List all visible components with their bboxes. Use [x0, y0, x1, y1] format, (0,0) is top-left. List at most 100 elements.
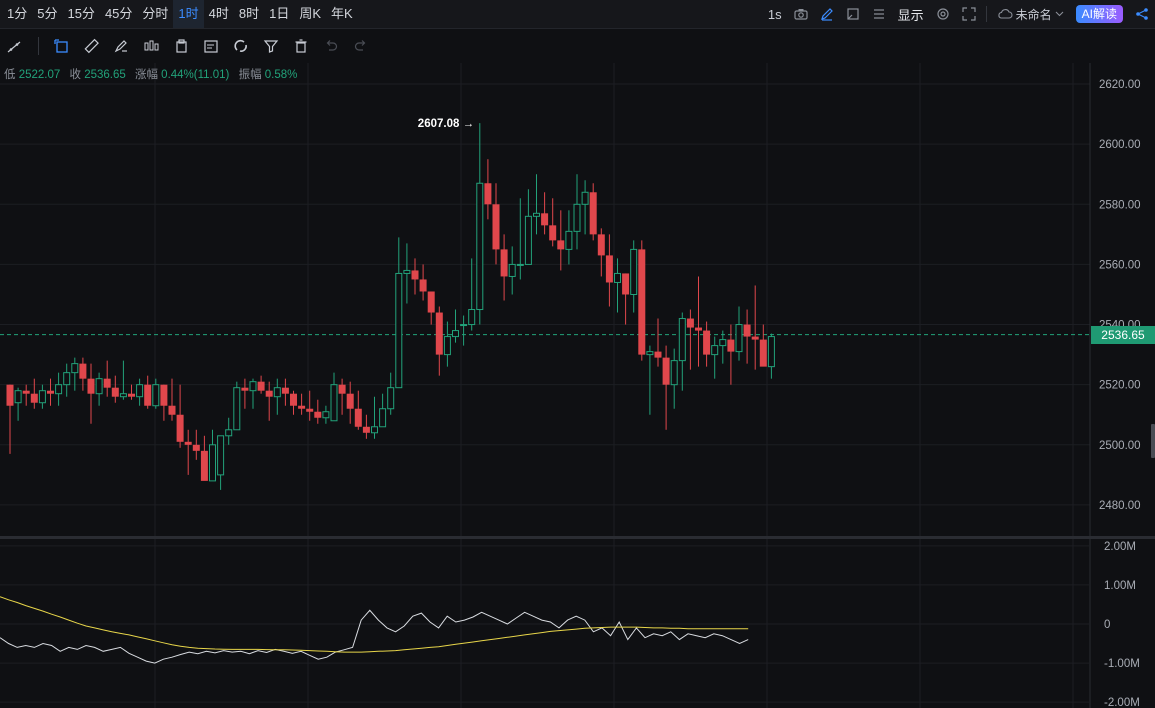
interval-10[interactable]: 年K: [326, 0, 358, 28]
candle-body-up: [565, 230, 573, 250]
candle-body-down: [144, 384, 152, 406]
filter-icon[interactable]: [257, 32, 285, 60]
candle-body-up: [516, 263, 524, 266]
candle-body-down: [751, 336, 759, 340]
chart-canvas[interactable]: 2620.002600.002580.002560.002540.002520.…: [0, 0, 1155, 708]
price-axis-tick: 2560.00: [1099, 259, 1141, 271]
candle-body-down: [128, 393, 135, 397]
interval-selector: 1分 5分 15分 45分 分时 1时 4时 8时 1日 周K 年K: [0, 0, 358, 28]
candle-body-down: [541, 213, 549, 226]
low-label: 低: [4, 69, 16, 81]
high-price-marker: 2607.08 →: [417, 118, 475, 131]
candle-body-down: [727, 339, 735, 352]
candle-body-down: [290, 393, 297, 406]
share-icon[interactable]: [1129, 0, 1155, 28]
ai-analysis-button[interactable]: AI解读: [1075, 5, 1123, 23]
candle-body-down: [427, 291, 435, 313]
candle-body-up: [581, 191, 589, 205]
trash-icon[interactable]: [287, 32, 315, 60]
drawing-toolbar: [0, 29, 1090, 63]
candle-body-up: [460, 324, 468, 327]
trend-tools-icon[interactable]: [0, 32, 28, 60]
candle-body-up: [95, 378, 103, 395]
menu-icon[interactable]: [866, 0, 892, 28]
interval-7[interactable]: 8时: [234, 0, 264, 28]
candle-body-down: [759, 339, 767, 367]
refresh-rate[interactable]: 1s: [762, 0, 788, 28]
candle-body-up: [403, 269, 411, 274]
candle-body-up: [136, 384, 144, 398]
candle-body-down: [362, 426, 370, 433]
interval-2[interactable]: 15分: [62, 0, 99, 28]
selection-tool-icon[interactable]: [47, 32, 75, 60]
candle-body-up: [119, 393, 127, 398]
fullscreen-icon[interactable]: [956, 0, 982, 28]
interval-9[interactable]: 周K: [294, 0, 326, 28]
candle-body-down: [500, 249, 508, 277]
candle-body-up: [55, 384, 63, 395]
candle-body-up: [379, 408, 387, 428]
osc-axis-tick: 1.00M: [1104, 580, 1136, 592]
interval-8[interactable]: 1日: [264, 0, 294, 28]
osc-axis-tick: -1.00M: [1104, 658, 1140, 670]
candle-body-up: [38, 390, 46, 404]
ohlc-info-bar: 低 2522.07 收 2536.65 涨幅 0.44%(11.01) 振幅 0…: [4, 66, 303, 82]
camera-icon[interactable]: [788, 0, 814, 28]
change-label: 涨幅: [134, 69, 158, 81]
clipboard-icon[interactable]: [167, 32, 195, 60]
display-button[interactable]: 显示: [892, 0, 930, 28]
candle-body-up: [273, 387, 281, 398]
top-right-controls: 1s 显示 未命名 AI解读: [762, 0, 1155, 28]
brush-icon[interactable]: [107, 32, 135, 60]
candle-body-up: [468, 309, 476, 326]
candle-body-up: [533, 212, 540, 217]
price-axis-tick: 2580.00: [1099, 199, 1141, 211]
candle-body-down: [605, 255, 613, 283]
candle-body-up: [71, 363, 79, 374]
candle-body-down: [192, 444, 200, 451]
pane-divider: [0, 536, 1155, 539]
redo-icon[interactable]: [347, 32, 375, 60]
candle-body-up: [630, 248, 638, 295]
gear-icon[interactable]: [930, 0, 956, 28]
layout-selector[interactable]: 未命名: [991, 0, 1070, 28]
candle-body-down: [298, 405, 306, 409]
candle-body-up: [767, 336, 775, 368]
candle-body-up: [719, 339, 727, 347]
candle-body-up: [371, 426, 378, 434]
candle-body-down: [314, 411, 322, 418]
scroll-handle: [1151, 424, 1155, 458]
candle-body-down: [160, 384, 168, 406]
interval-4[interactable]: 分时: [137, 0, 173, 28]
close-value: 2536.65: [84, 69, 126, 81]
candle-body-down: [338, 384, 346, 394]
candle-body-down: [638, 249, 646, 355]
pen-icon[interactable]: [814, 0, 840, 28]
low-value: 2522.07: [18, 69, 61, 81]
note-icon[interactable]: [197, 32, 225, 60]
interval-5[interactable]: 1时: [173, 0, 204, 28]
candle-body-up: [476, 182, 484, 311]
candle-body-up: [233, 387, 241, 431]
candle-body-down: [306, 408, 314, 412]
candle-body-down: [662, 357, 670, 385]
candle-body-down: [346, 393, 354, 409]
interval-1[interactable]: 5分: [32, 0, 62, 28]
candle-body-down: [654, 351, 662, 358]
interval-0[interactable]: 1分: [2, 0, 32, 28]
candle-body-down: [354, 408, 362, 427]
candle-body-down: [589, 192, 597, 235]
candle-body-down: [549, 225, 557, 241]
candle-body-up: [670, 360, 678, 386]
candle-body-down: [484, 183, 492, 205]
expand-window-icon[interactable]: [840, 0, 866, 28]
candle-body-up: [646, 351, 654, 356]
interval-6[interactable]: 4时: [204, 0, 234, 28]
undo-icon[interactable]: [317, 32, 345, 60]
magnet-icon[interactable]: [227, 32, 255, 60]
candle-pattern-icon[interactable]: [137, 32, 165, 60]
ruler-icon[interactable]: [77, 32, 105, 60]
interval-3[interactable]: 45分: [100, 0, 137, 28]
candle-body-down: [695, 327, 702, 331]
candle-body-down: [168, 405, 176, 415]
